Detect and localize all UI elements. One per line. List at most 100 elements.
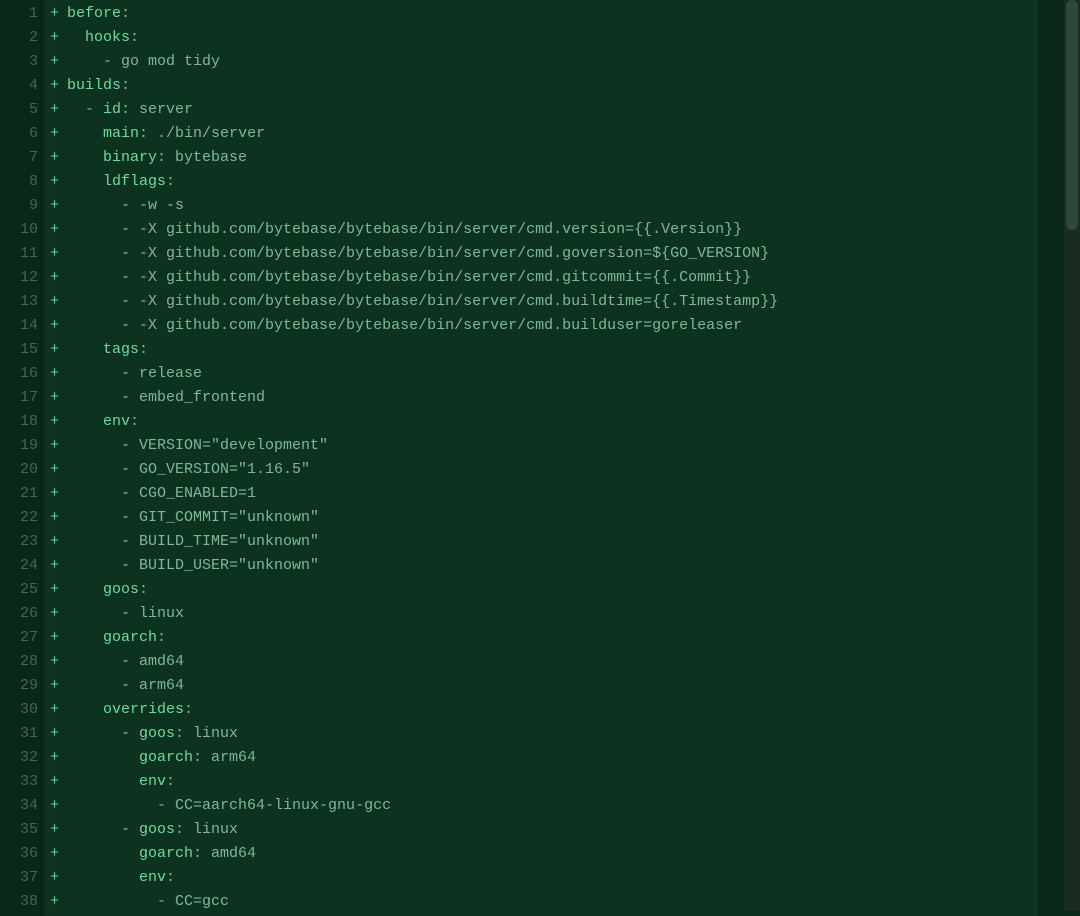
yaml-value [67,629,103,646]
line-content: - goos: linux [67,722,238,746]
diff-add-marker: + [44,458,67,482]
line-number: 32 [4,746,38,770]
code-line[interactable]: + - -X github.com/bytebase/bytebase/bin/… [44,218,1038,242]
line-content: - GIT_COMMIT="unknown" [67,506,319,530]
line-content: - BUILD_USER="unknown" [67,554,319,578]
yaml-value: - amd64 [67,653,184,670]
code-line[interactable]: + - linux [44,602,1038,626]
yaml-value: - release [67,365,202,382]
line-content: - -X github.com/bytebase/bytebase/bin/se… [67,314,742,338]
code-line[interactable]: + env: [44,410,1038,434]
code-line[interactable]: + - -X github.com/bytebase/bytebase/bin/… [44,266,1038,290]
line-content: env: [67,866,175,890]
code-line[interactable]: + - embed_frontend [44,386,1038,410]
code-content-area[interactable]: +before:+ hooks:+ - go mod tidy+builds:+… [44,0,1038,916]
code-line[interactable]: + - amd64 [44,650,1038,674]
yaml-value: : [157,629,166,646]
line-content: - amd64 [67,650,184,674]
code-line[interactable]: + goos: [44,578,1038,602]
code-line[interactable]: + main: ./bin/server [44,122,1038,146]
yaml-key: goos [103,581,139,598]
code-line[interactable]: + - BUILD_TIME="unknown" [44,530,1038,554]
diff-add-marker: + [44,842,67,866]
line-number: 6 [4,122,38,146]
yaml-key: hooks [85,29,130,46]
diff-add-marker: + [44,482,67,506]
yaml-value: - -X github.com/bytebase/bytebase/bin/se… [67,317,742,334]
line-number: 3 [4,50,38,74]
line-content: tags: [67,338,148,362]
code-line[interactable]: + - CGO_ENABLED=1 [44,482,1038,506]
diff-add-marker: + [44,674,67,698]
line-number: 23 [4,530,38,554]
vertical-scrollbar-track[interactable] [1064,0,1080,911]
code-line[interactable]: +builds: [44,74,1038,98]
yaml-value: - [67,821,139,838]
diff-add-marker: + [44,338,67,362]
line-number: 29 [4,674,38,698]
code-line[interactable]: + - release [44,362,1038,386]
code-line[interactable]: + - id: server [44,98,1038,122]
code-line[interactable]: + overrides: [44,698,1038,722]
yaml-key: env [139,869,166,886]
code-line[interactable]: + - goos: linux [44,722,1038,746]
line-content: - CGO_ENABLED=1 [67,482,256,506]
code-line[interactable]: + - GIT_COMMIT="unknown" [44,506,1038,530]
yaml-value: : [130,413,139,430]
yaml-value: - BUILD_TIME="unknown" [67,533,319,550]
code-line[interactable]: + env: [44,866,1038,890]
code-line[interactable]: + - VERSION="development" [44,434,1038,458]
yaml-key: ldflags [103,173,166,190]
code-line[interactable]: + - goos: linux [44,818,1038,842]
code-line[interactable]: +before: [44,2,1038,26]
diff-add-marker: + [44,170,67,194]
diff-add-marker: + [44,578,67,602]
code-line[interactable]: + - -X github.com/bytebase/bytebase/bin/… [44,314,1038,338]
code-line[interactable]: + - CC=gcc [44,890,1038,914]
code-line[interactable]: + - -w -s [44,194,1038,218]
code-line[interactable]: + - arm64 [44,674,1038,698]
yaml-value: : server [121,101,193,118]
yaml-value: : [166,869,175,886]
code-line[interactable]: + env: [44,770,1038,794]
line-number: 10 [4,218,38,242]
line-content: overrides: [67,698,193,722]
yaml-value: : linux [175,821,238,838]
code-line[interactable]: + binary: bytebase [44,146,1038,170]
line-number: 31 [4,722,38,746]
line-content: - linux [67,602,184,626]
line-number: 21 [4,482,38,506]
diff-add-marker: + [44,650,67,674]
code-line[interactable]: + - BUILD_USER="unknown" [44,554,1038,578]
diff-add-marker: + [44,866,67,890]
line-content: goarch: amd64 [67,842,256,866]
yaml-value: - CC=aarch64-linux-gnu-gcc [67,797,391,814]
yaml-value [67,173,103,190]
code-line[interactable]: + goarch: [44,626,1038,650]
code-line[interactable]: + goarch: amd64 [44,842,1038,866]
code-line[interactable]: + tags: [44,338,1038,362]
vertical-scrollbar-thumb[interactable] [1066,0,1078,230]
yaml-value [67,701,103,718]
diff-add-marker: + [44,818,67,842]
code-line[interactable]: + - go mod tidy [44,50,1038,74]
yaml-key: env [139,773,166,790]
line-content: goarch: [67,626,166,650]
line-content: - id: server [67,98,193,122]
code-line[interactable]: + ldflags: [44,170,1038,194]
line-content: env: [67,770,175,794]
line-number-gutter: 1234567891011121314151617181920212223242… [0,0,44,916]
code-line[interactable]: + - -X github.com/bytebase/bytebase/bin/… [44,290,1038,314]
line-content: - GO_VERSION="1.16.5" [67,458,310,482]
code-line[interactable]: + - -X github.com/bytebase/bytebase/bin/… [44,242,1038,266]
code-line[interactable]: + goarch: arm64 [44,746,1038,770]
code-line[interactable]: + hooks: [44,26,1038,50]
code-line[interactable]: + - GO_VERSION="1.16.5" [44,458,1038,482]
diff-add-marker: + [44,770,67,794]
code-line[interactable]: + - CC=aarch64-linux-gnu-gcc [44,794,1038,818]
line-number: 19 [4,434,38,458]
yaml-value [67,413,103,430]
line-number: 24 [4,554,38,578]
yaml-value: - CGO_ENABLED=1 [67,485,256,502]
diff-add-marker: + [44,362,67,386]
